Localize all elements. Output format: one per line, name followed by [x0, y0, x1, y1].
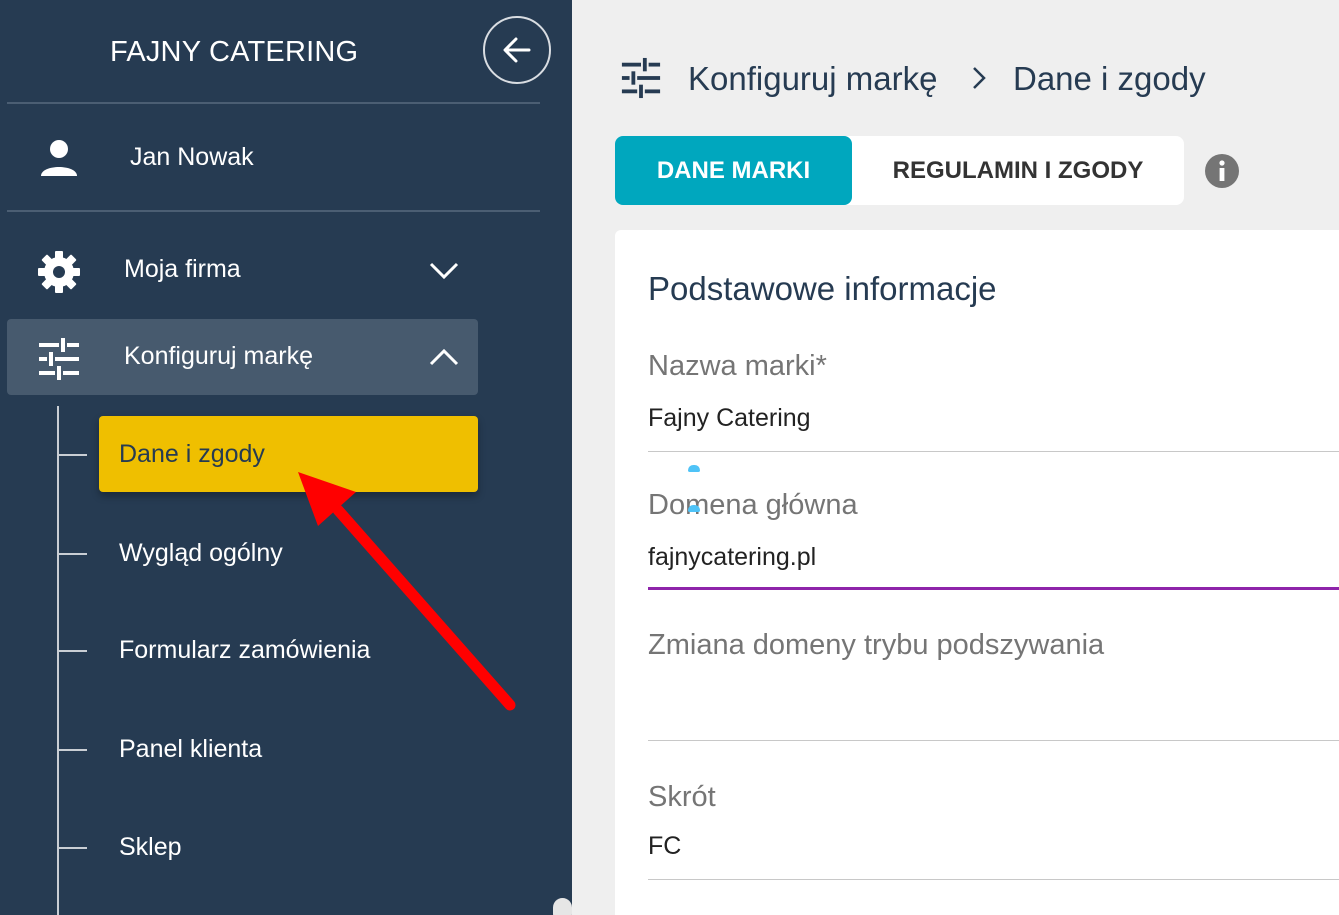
tree-branch [57, 454, 87, 456]
tab-dane-marki[interactable]: DANE MARKI [615, 136, 852, 205]
submenu-item-label: Formularz zamówienia [119, 636, 371, 664]
person-icon [41, 140, 77, 176]
sidebar-scrollbar[interactable] [553, 898, 572, 915]
sidebar-item-konfiguruj-marke[interactable]: Konfiguruj markę [7, 319, 478, 395]
submenu-item-wyglad-ogolny[interactable]: Wygląd ogólny [57, 515, 478, 591]
sidebar-divider [7, 102, 540, 104]
tab-regulamin-i-zgody[interactable]: REGULAMIN I ZGODY [852, 136, 1184, 205]
sliders-icon [39, 338, 79, 380]
sidebar-item-label: Moja firma [124, 255, 241, 283]
brand-name: FAJNY CATERING [110, 36, 359, 68]
breadcrumb-parent[interactable]: Konfiguruj markę [688, 60, 937, 98]
tree-branch [57, 847, 87, 849]
submenu-item-label: Panel klienta [119, 735, 263, 763]
submenu-item-label: Wygląd ogólny [119, 539, 283, 567]
breadcrumb-current: Dane i zgody [1013, 60, 1206, 97]
tab-bar: DANE MARKI REGULAMIN I ZGODY [615, 136, 1184, 205]
submenu-item-formularz-zamowienia[interactable]: Formularz zamówienia [57, 612, 478, 688]
info-icon[interactable] [1204, 153, 1240, 189]
field-underline-focused [648, 587, 1339, 590]
cursor-marker-icon [688, 465, 700, 472]
sidebar: FAJNY CATERING Jan Nowak Moja firma Konf… [0, 0, 572, 915]
field-label: Nazwa marki* [648, 350, 827, 382]
submenu-item-label: Dane i zgody [119, 440, 265, 468]
sidebar-divider [7, 210, 540, 212]
chevron-down-icon [429, 262, 459, 280]
submenu-item-label: Sklep [119, 833, 182, 861]
field-label: Domena główna [648, 489, 858, 521]
main-content: Konfiguruj markę Dane i zgody DANE MARKI… [572, 0, 1339, 915]
chevron-up-icon [429, 348, 459, 366]
field-label: Zmiana domeny trybu podszywania [648, 629, 1105, 661]
brand-name-input[interactable]: Fajny Catering [648, 404, 811, 433]
field-underline [648, 740, 1339, 741]
collapse-sidebar-button[interactable] [483, 16, 551, 84]
submenu-item-panel-klienta[interactable]: Panel klienta [57, 711, 478, 787]
tree-branch [57, 650, 87, 652]
arrow-left-icon [503, 37, 531, 63]
tree-branch [57, 749, 87, 751]
sidebar-item-label: Konfiguruj markę [124, 342, 313, 370]
chevron-right-icon [973, 67, 986, 89]
main-domain-input[interactable]: fajnycatering.pl [648, 543, 816, 572]
user-name: Jan Nowak [130, 143, 254, 171]
section-title: Podstawowe informacje [648, 270, 997, 307]
sliders-icon [621, 57, 661, 99]
tree-branch [57, 553, 87, 555]
field-label: Skrót [648, 781, 716, 813]
cursor-marker-icon [688, 505, 700, 512]
field-underline [648, 879, 1339, 880]
submenu-item-sklep[interactable]: Sklep [57, 809, 478, 885]
brand-info-card: Podstawowe informacje Nazwa marki* Fajny… [615, 230, 1339, 915]
abbreviation-input[interactable]: FC [648, 832, 681, 861]
submenu-item-dane-i-zgody[interactable]: Dane i zgody [57, 416, 478, 492]
user-profile[interactable]: Jan Nowak [0, 130, 540, 190]
gear-icon [38, 251, 80, 293]
sidebar-item-moja-firma[interactable]: Moja firma [7, 232, 478, 308]
field-underline [648, 451, 1339, 452]
